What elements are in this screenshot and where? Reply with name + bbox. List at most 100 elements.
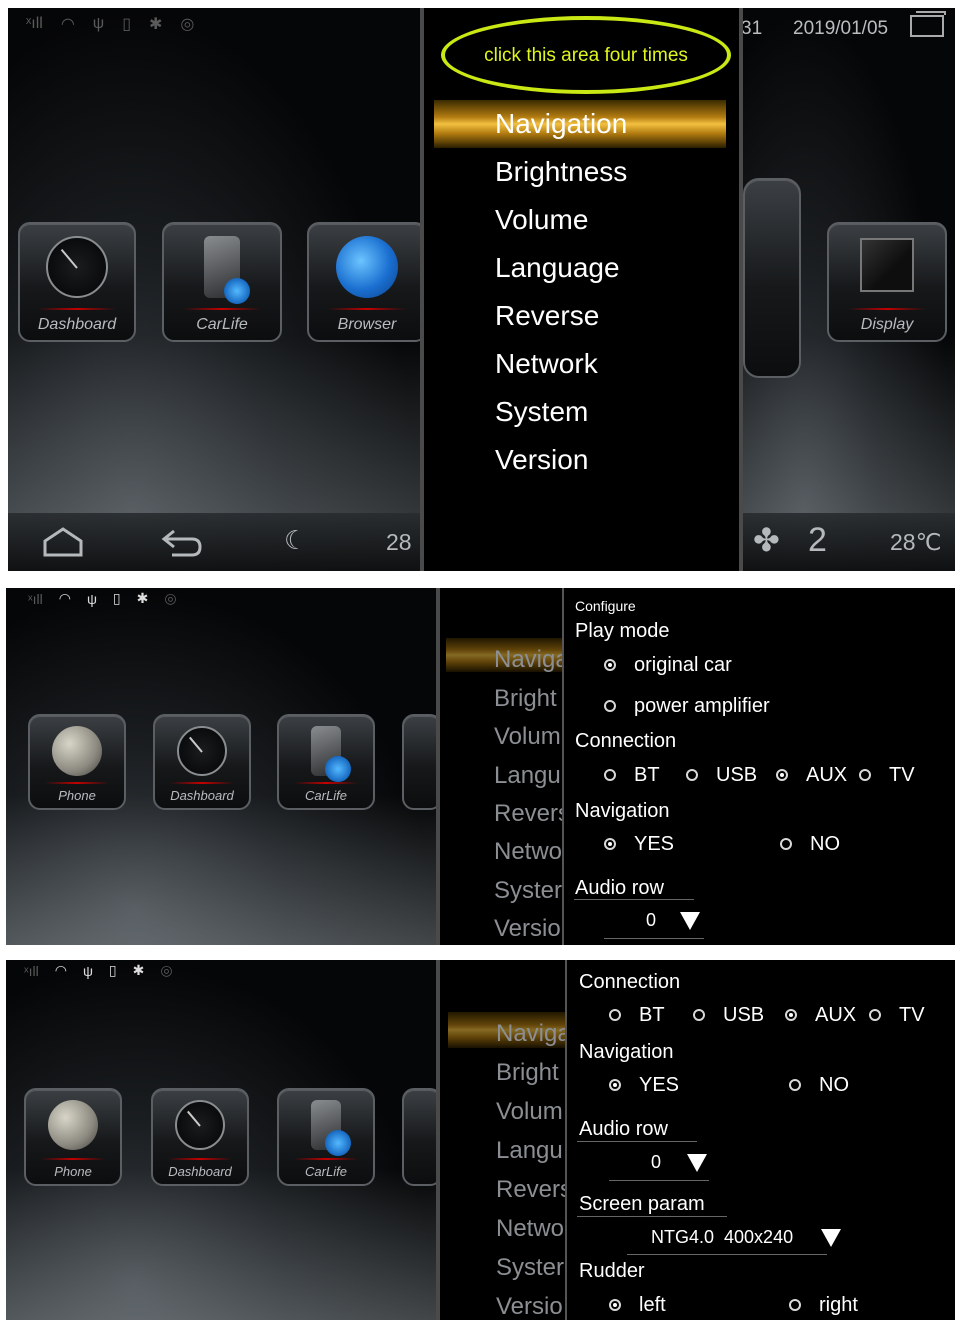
dropdown-arrow-icon[interactable] — [687, 1154, 707, 1172]
radio-rudder-right[interactable] — [789, 1299, 801, 1311]
menu-item-version[interactable]: Versio — [494, 915, 561, 943]
tile-phone[interactable]: Phone — [24, 1088, 122, 1186]
menu-item-navigation[interactable]: Navigation — [495, 108, 627, 140]
audio-row-label: Audio row — [579, 1118, 668, 1140]
tile-dashboard[interactable]: Dashboard — [18, 222, 136, 342]
tile-label: Browser — [337, 316, 397, 333]
configure-panel: Connection BT USB AUX TV Navigation YES … — [565, 960, 955, 1320]
menu-item-system[interactable]: Syster — [496, 1254, 564, 1282]
screenshot-configure-scrolled: ˣıll ◠ ψ ▯ ✱ ◎ Phone Dashboard CarLife N… — [6, 960, 955, 1320]
menu-item-navigation[interactable]: Naviga — [494, 646, 569, 674]
audio-row-label: Audio row — [575, 877, 664, 899]
tile-label: Display — [860, 316, 914, 333]
radio-rudder-left[interactable] — [609, 1299, 621, 1311]
usb-icon: ψ — [92, 15, 105, 32]
status-bar: ˣıll ◠ ψ ▯ ✱ ◎ — [24, 962, 173, 979]
night-mode-icon[interactable]: ☾ — [284, 525, 307, 556]
option-bt: BT — [639, 1004, 665, 1026]
radio-power-amplifier[interactable] — [604, 700, 616, 712]
menu-item-network[interactable]: Netwo — [494, 838, 562, 866]
menu-item-navigation[interactable]: Naviga — [496, 1020, 571, 1048]
tile-display[interactable]: Display — [827, 222, 947, 342]
tile-browser[interactable]: Browser — [307, 222, 427, 342]
back-icon[interactable] — [160, 527, 204, 564]
menu-item-language[interactable]: Language — [495, 252, 620, 284]
radio-tv[interactable] — [869, 1009, 881, 1021]
option-nav-yes: YES — [634, 833, 675, 855]
option-usb: USB — [716, 764, 758, 786]
radio-bt[interactable] — [604, 769, 616, 781]
fan-level: 2 — [808, 521, 827, 559]
display-icon — [860, 238, 914, 292]
wifi-icon: ◠ — [54, 962, 67, 978]
temperature-left: 28 — [386, 529, 412, 555]
option-tv: TV — [899, 1004, 925, 1026]
home-icon[interactable] — [42, 527, 84, 564]
radio-tv[interactable] — [859, 769, 871, 781]
status-time: 31 — [741, 18, 763, 39]
menu-item-brightness[interactable]: Brightness — [495, 156, 627, 188]
tile-phone[interactable]: Phone — [28, 714, 126, 810]
menu-item-network[interactable]: Network — [495, 348, 598, 380]
carlife-icon — [204, 236, 250, 304]
radio-usb[interactable] — [693, 1009, 705, 1021]
tile-partial[interactable] — [743, 178, 801, 378]
menu-item-reverse[interactable]: Revers — [494, 800, 570, 828]
connection-label: Connection — [579, 971, 681, 993]
menu-item-language[interactable]: Langu — [496, 1137, 563, 1165]
option-bt: BT — [634, 764, 660, 786]
tile-carlife[interactable]: CarLife — [277, 714, 375, 810]
audio-row-value[interactable]: 0 — [646, 910, 656, 931]
radio-bt[interactable] — [609, 1009, 621, 1021]
menu-item-version[interactable]: Version — [495, 444, 588, 476]
phone-icon — [52, 726, 102, 776]
dropdown-arrow-icon[interactable] — [821, 1229, 841, 1247]
radio-original-car[interactable] — [604, 659, 616, 671]
radio-nav-yes[interactable] — [609, 1079, 621, 1091]
screenshot-main-menu: ˣıll ◠ ψ ▯ ✱ ◎ 31 2019/01/05 Dashboard C… — [8, 8, 955, 571]
option-aux: AUX — [815, 1004, 857, 1026]
tile-dashboard[interactable]: Dashboard — [153, 714, 251, 810]
menu-item-system[interactable]: System — [495, 396, 588, 428]
fan-icon[interactable]: ✤ — [753, 521, 780, 559]
radio-nav-no[interactable] — [780, 838, 792, 850]
menu-item-version[interactable]: Versio — [496, 1293, 563, 1320]
menu-item-language[interactable]: Langu — [494, 762, 561, 790]
menu-item-volume[interactable]: Volum — [496, 1098, 563, 1126]
connection-label: Connection — [575, 730, 677, 752]
tile-carlife[interactable]: CarLife — [277, 1088, 375, 1186]
configure-panel: Configure Play mode original car power a… — [562, 588, 955, 945]
option-aux: AUX — [806, 764, 848, 786]
menu-item-reverse[interactable]: Revers — [496, 1176, 572, 1204]
phone-icon — [48, 1100, 98, 1150]
option-nav-yes: YES — [639, 1074, 680, 1096]
screen-param-value[interactable]: NTG4.0 400x240 — [651, 1227, 793, 1248]
radio-usb[interactable] — [686, 769, 698, 781]
menu-item-brightness[interactable]: Bright — [494, 685, 557, 713]
tap-area-annotation[interactable]: click this area four times — [441, 16, 731, 94]
temperature-right: 28℃ — [890, 529, 942, 555]
menu-item-network[interactable]: Netwo — [496, 1215, 564, 1243]
screen-param-label: Screen param — [579, 1193, 705, 1215]
dropdown-arrow-icon[interactable] — [680, 912, 700, 930]
tile-dashboard[interactable]: Dashboard — [151, 1088, 249, 1186]
navigation-label: Navigation — [579, 1041, 674, 1063]
configure-title: Configure — [575, 598, 636, 614]
menu-item-reverse[interactable]: Reverse — [495, 300, 599, 332]
settings-menu-partial: Naviga Bright Volum Langu Revers Netwo S… — [436, 960, 572, 1320]
menu-item-system[interactable]: Syster — [494, 877, 562, 905]
menu-item-brightness[interactable]: Bright — [496, 1059, 559, 1087]
radio-nav-yes[interactable] — [604, 838, 616, 850]
recent-apps-icon[interactable] — [910, 11, 946, 37]
radio-aux[interactable] — [785, 1009, 797, 1021]
option-power-amplifier: power amplifier — [634, 695, 770, 717]
dashboard-icon — [177, 726, 227, 776]
radio-nav-no[interactable] — [789, 1079, 801, 1091]
menu-item-volume[interactable]: Volum — [494, 723, 561, 751]
tile-carlife[interactable]: CarLife — [162, 222, 282, 342]
menu-item-volume[interactable]: Volume — [495, 204, 588, 236]
bluetooth-icon: ✱ — [149, 16, 163, 33]
audio-row-value[interactable]: 0 — [651, 1152, 661, 1173]
navigation-label: Navigation — [575, 800, 670, 822]
radio-aux[interactable] — [776, 769, 788, 781]
